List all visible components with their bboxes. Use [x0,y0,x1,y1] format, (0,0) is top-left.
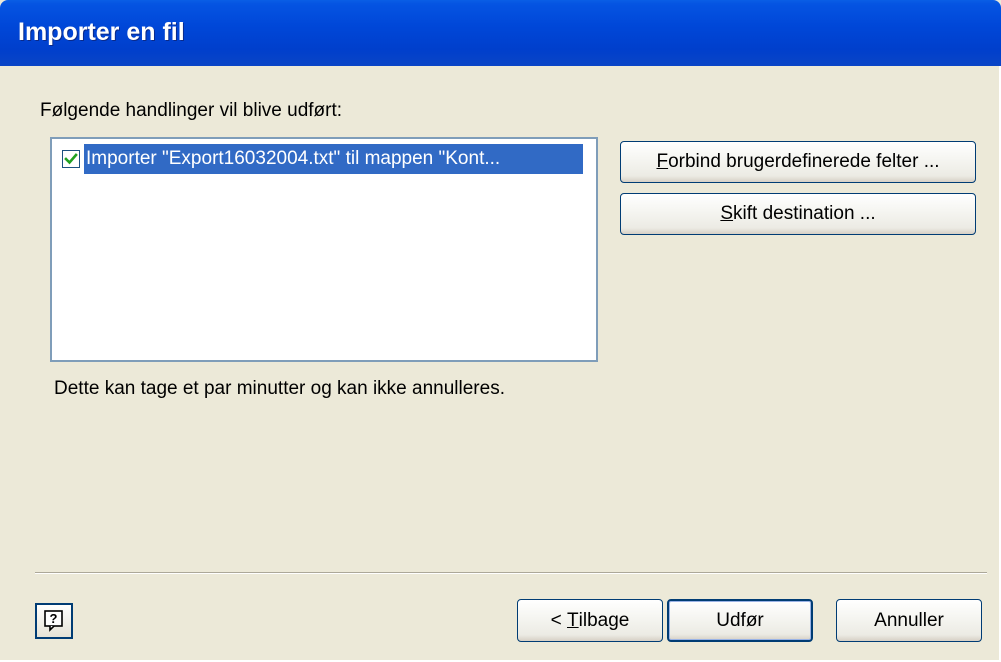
help-button[interactable]: ? [35,603,73,639]
map-fields-mnemonic: F [656,151,669,172]
svg-text:?: ? [50,611,58,626]
cancel-button[interactable]: Annuller [836,599,982,642]
help-question-icon: ? [44,610,63,632]
actions-label: Følgende handlinger vil blive udført: [40,100,343,121]
warning-note: Dette kan tage et par minutter og kan ik… [54,378,505,399]
window-title: Importer en fil [18,18,185,46]
checkmark-icon [64,153,78,165]
actions-listbox[interactable]: Importer "Export16032004.txt" til mappen… [50,137,598,362]
change-destination-mnemonic: S [720,203,734,224]
title-bar[interactable]: Importer en fil [0,0,1001,66]
map-custom-fields-button[interactable]: Forbind brugerdefinerede felter ... [620,141,976,183]
action-checkbox[interactable] [62,150,80,168]
finish-button[interactable]: Udfør [667,599,813,642]
change-destination-button[interactable]: Skift destination ... [620,193,976,235]
import-dialog: Importer en fil Følgende handlinger vil … [0,0,1001,662]
list-item[interactable]: Importer "Export16032004.txt" til mappen… [58,144,583,174]
finish-label: Udfør [716,609,764,631]
back-mnemonic: T [567,609,579,631]
back-label: ilbage [578,609,630,631]
cancel-label: Annuller [874,609,944,631]
footer-separator [35,572,987,574]
change-destination-label: kift destination ... [733,203,876,224]
action-item-label: Importer "Export16032004.txt" til mappen… [84,144,583,174]
back-button[interactable]: < Tilbage [517,599,663,642]
map-fields-label: orbind brugerdefinerede felter ... [668,151,940,172]
back-prefix: < [550,609,568,631]
